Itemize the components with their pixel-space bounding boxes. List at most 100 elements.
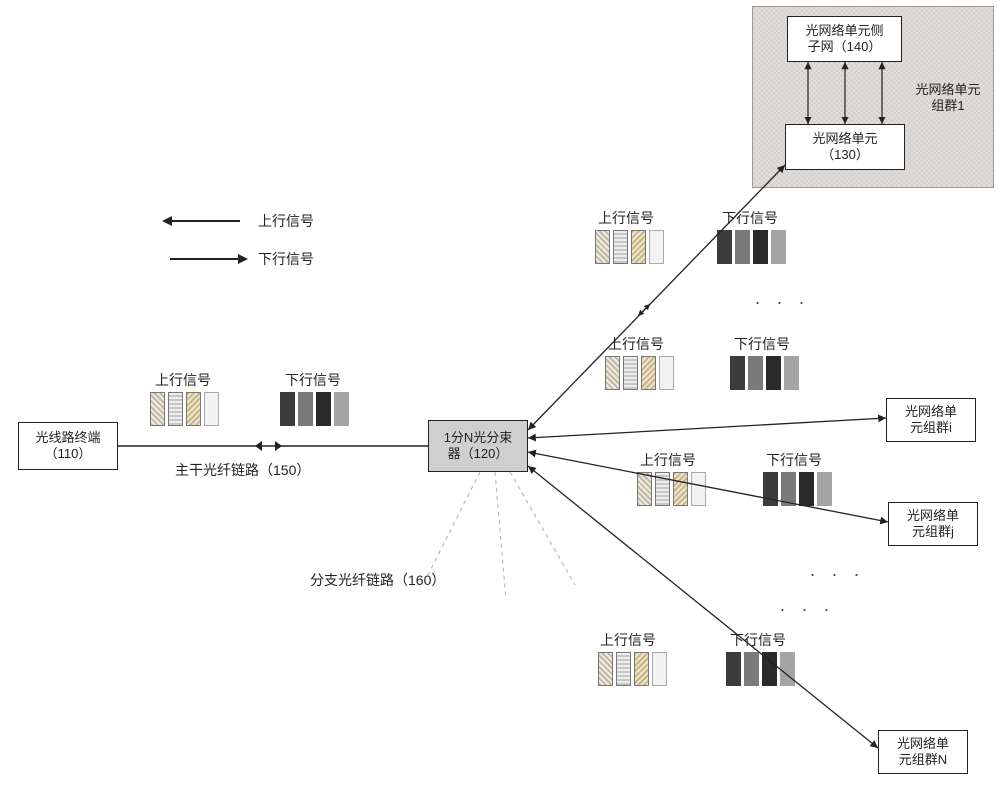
legend-upstream-label: 上行信号 bbox=[258, 211, 314, 231]
bN-down-bars bbox=[726, 652, 795, 686]
group-N-l2: 元组群N bbox=[899, 752, 947, 768]
bar bbox=[623, 356, 638, 390]
bar bbox=[634, 652, 649, 686]
trunk-down-text: 下行信号 bbox=[285, 372, 341, 388]
bar bbox=[748, 356, 763, 390]
trunk-downstream-bars bbox=[280, 392, 349, 426]
bar bbox=[613, 230, 628, 264]
bar bbox=[637, 472, 652, 506]
onu-ref: （130） bbox=[821, 147, 869, 163]
bar bbox=[280, 392, 295, 426]
bar bbox=[691, 472, 706, 506]
bar bbox=[784, 356, 799, 390]
dots-2: . . . bbox=[810, 560, 865, 581]
bj-up-label: 上行信号 bbox=[640, 450, 696, 470]
trunk-up-label: 上行信号 bbox=[155, 370, 211, 390]
bj-down-bars bbox=[763, 472, 832, 506]
onu-subnet-line1: 光网络单元侧 bbox=[805, 23, 883, 39]
onu-subnet-line2: 子网（140） bbox=[808, 39, 882, 55]
bar bbox=[744, 652, 759, 686]
bar bbox=[780, 652, 795, 686]
bar bbox=[204, 392, 219, 426]
bar bbox=[186, 392, 201, 426]
b1-up-text: 上行信号 bbox=[598, 210, 654, 226]
bj-down-text: 下行信号 bbox=[766, 452, 822, 468]
splitter-line2: 器（120） bbox=[448, 446, 509, 462]
bj-down-label: 下行信号 bbox=[766, 450, 822, 470]
group-i-l2: 元组群i bbox=[910, 420, 952, 436]
bar bbox=[150, 392, 165, 426]
bar bbox=[168, 392, 183, 426]
olt-box: 光线路终端 （110） bbox=[18, 422, 118, 470]
olt-line1: 光线路终端 bbox=[35, 430, 100, 446]
group-N-box: 光网络单 元组群N bbox=[878, 730, 968, 774]
bar bbox=[659, 356, 674, 390]
bar bbox=[717, 230, 732, 264]
bar bbox=[598, 652, 613, 686]
bar bbox=[766, 356, 781, 390]
trunk-up-text: 上行信号 bbox=[155, 372, 211, 388]
bar bbox=[655, 472, 670, 506]
olt-ref: （110） bbox=[45, 446, 92, 462]
bar bbox=[316, 392, 331, 426]
group1-label-l2: 组群1 bbox=[931, 98, 964, 113]
trunk-link-label: 主干光纤链路（150） bbox=[175, 460, 310, 480]
splitter-line1: 1分N光分束 bbox=[444, 430, 513, 446]
trunk-link-text: 主干光纤链路（150） bbox=[175, 462, 310, 478]
group-j-l2: 元组群j bbox=[912, 524, 954, 540]
bj-up-text: 上行信号 bbox=[640, 452, 696, 468]
bN-up-bars bbox=[598, 652, 667, 686]
group1-label-l1: 光网络单元 bbox=[915, 82, 980, 97]
bar bbox=[763, 472, 778, 506]
bar bbox=[334, 392, 349, 426]
bar bbox=[781, 472, 796, 506]
bi-up-bars bbox=[605, 356, 674, 390]
bar bbox=[649, 230, 664, 264]
bar bbox=[616, 652, 631, 686]
bN-down-text: 下行信号 bbox=[730, 632, 786, 648]
b1-up-bars bbox=[595, 230, 664, 264]
bar bbox=[605, 356, 620, 390]
bar bbox=[730, 356, 745, 390]
bj-up-bars bbox=[637, 472, 706, 506]
bar bbox=[762, 652, 777, 686]
legend-downstream-arrow bbox=[170, 258, 240, 260]
dots-3: . . . bbox=[780, 595, 835, 616]
b1-up-label: 上行信号 bbox=[598, 208, 654, 228]
bar bbox=[595, 230, 610, 264]
group-i-l1: 光网络单 bbox=[905, 404, 957, 420]
bar bbox=[771, 230, 786, 264]
onu-box: 光网络单元 （130） bbox=[785, 124, 905, 170]
bN-down-label: 下行信号 bbox=[730, 630, 786, 650]
bar bbox=[817, 472, 832, 506]
bar bbox=[652, 652, 667, 686]
trunk-upstream-bars bbox=[150, 392, 219, 426]
group-N-l1: 光网络单 bbox=[897, 736, 949, 752]
bar bbox=[631, 230, 646, 264]
splitter-box: 1分N光分束 器（120） bbox=[428, 420, 528, 472]
group1-label: 光网络单元 组群1 bbox=[908, 82, 988, 113]
bi-down-label: 下行信号 bbox=[734, 334, 790, 354]
branch-link-label: 分支光纤链路（160） bbox=[310, 570, 445, 590]
b1-down-text: 下行信号 bbox=[722, 210, 778, 226]
bi-down-text: 下行信号 bbox=[734, 336, 790, 352]
bar bbox=[726, 652, 741, 686]
bar bbox=[753, 230, 768, 264]
group-j-box: 光网络单 元组群j bbox=[888, 502, 978, 546]
branch-link-text: 分支光纤链路（160） bbox=[310, 572, 445, 588]
bar bbox=[298, 392, 313, 426]
bar bbox=[673, 472, 688, 506]
legend-upstream-arrow bbox=[170, 220, 240, 222]
b1-down-bars bbox=[717, 230, 786, 264]
bar bbox=[641, 356, 656, 390]
group-j-l1: 光网络单 bbox=[907, 508, 959, 524]
bi-up-text: 上行信号 bbox=[608, 336, 664, 352]
onu-line1: 光网络单元 bbox=[812, 131, 877, 147]
bi-up-label: 上行信号 bbox=[608, 334, 664, 354]
onu-subnet-box: 光网络单元侧 子网（140） bbox=[787, 16, 902, 62]
legend-downstream-text: 下行信号 bbox=[258, 251, 314, 267]
dots-1: . . . bbox=[755, 288, 810, 309]
bar bbox=[735, 230, 750, 264]
bN-up-label: 上行信号 bbox=[600, 630, 656, 650]
trunk-down-label: 下行信号 bbox=[285, 370, 341, 390]
